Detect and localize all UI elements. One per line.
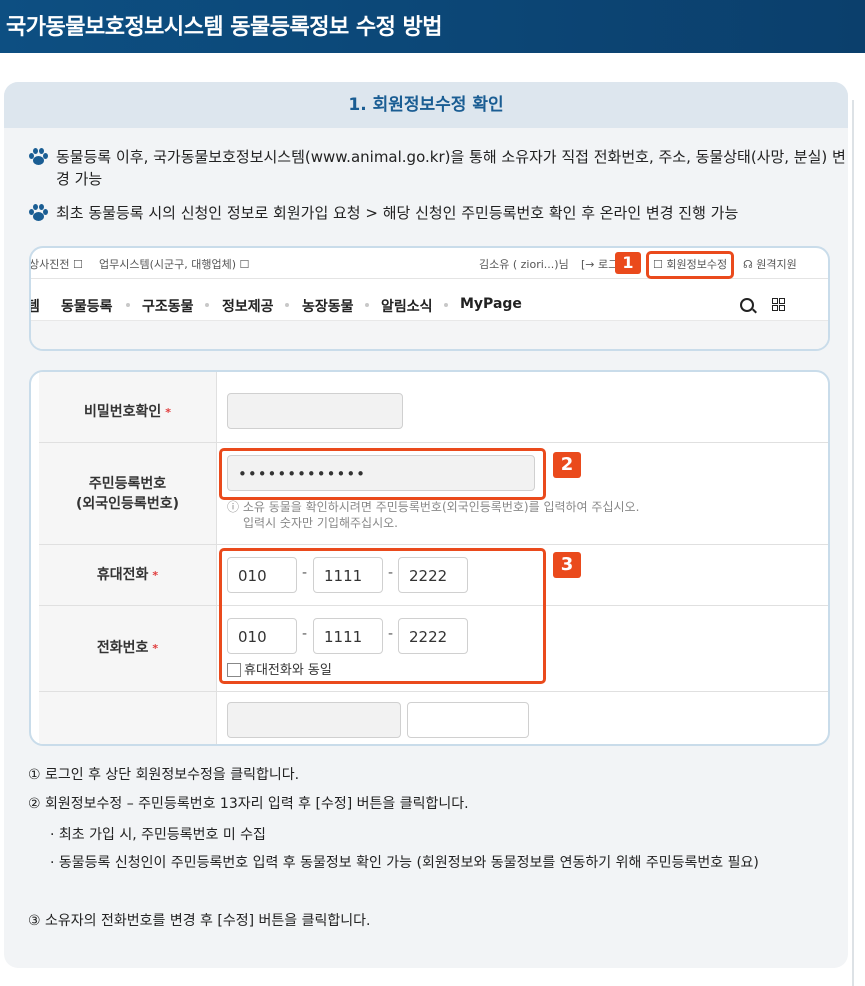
menu-item-info[interactable]: 정보제공 <box>222 296 274 316</box>
divider <box>39 691 828 692</box>
phone-label: 전화번호 * <box>96 640 159 656</box>
step-3: ③ 소유자의 전화번호를 변경 후 [수정] 버튼을 클릭합니다. <box>28 913 371 929</box>
highlight-box <box>646 251 734 279</box>
topnav-link[interactable]: 업무시스템(시군구, 대행업체) ☐ <box>99 256 249 272</box>
divider <box>31 320 828 349</box>
bullet-text: 동물등록 이후, 국가동물보호정보시스템(www.animal.go.kr)을 … <box>56 148 846 188</box>
user-name: 김소유 ( ziori...)님 <box>479 258 569 271</box>
step-tag: 3 <box>553 552 581 578</box>
section-title: 1. 회원정보수정 확인 <box>4 82 848 128</box>
member-form-screenshot: 비밀번호확인 * 주민등록번호 (외국인등록번호) ••••••••••••• ⓘ… <box>29 370 830 746</box>
step-tag: 1 <box>615 252 641 274</box>
menu-item-registration[interactable]: 동물등록 <box>61 296 113 316</box>
mobile-label: 휴대전화 * <box>96 567 159 583</box>
step-2-note: · 동물등록 신청인이 주민등록번호 입력 후 동물정보 확인 가능 (회원정보… <box>50 855 759 871</box>
step-2: ② 회원정보수정 – 주민등록번호 13자리 입력 후 [수정] 버튼을 클릭합… <box>28 796 469 812</box>
password-confirm-input[interactable] <box>227 393 403 429</box>
highlight-box <box>219 548 546 684</box>
highlight-box <box>219 448 546 500</box>
menu-item-rescue[interactable]: 구조동물 <box>142 296 194 316</box>
menu-item[interactable]: 템 <box>31 296 40 316</box>
password-confirm-label: 비밀번호확인 * <box>83 404 172 420</box>
page-title: 국가동물보호정보시스템 동물등록정보 수정 방법 <box>6 15 443 40</box>
divider <box>39 544 828 545</box>
menu-item-notice[interactable]: 알림소식 <box>381 296 433 316</box>
paw-icon <box>28 204 50 222</box>
remote-support-link[interactable]: ☊ 원격지원 <box>743 256 797 272</box>
menu-item-mypage[interactable]: MyPage <box>460 296 522 312</box>
step-2-note: · 최초 가입 시, 주민등록번호 미 수집 <box>50 827 266 843</box>
resident-number-hint: 입력시 숫자만 기입해주십시오. <box>243 516 398 530</box>
bullet-text: 최초 동물등록 시의 신청인 정보로 회원가입 요청 > 해당 신청인 주민등록… <box>56 204 739 222</box>
menu-item-farm[interactable]: 농장동물 <box>302 296 354 316</box>
topnav-link[interactable]: 상사진전 ☐ <box>31 256 83 272</box>
divider <box>39 442 828 443</box>
resident-number-label: 주민등록번호 (외국인등록번호) <box>76 476 179 512</box>
next-field-input[interactable] <box>227 702 401 738</box>
step-1: ① 로그인 후 상단 회원정보수정을 클릭합니다. <box>28 767 300 783</box>
step-tag: 2 <box>553 452 581 478</box>
site-header-screenshot: 상사진전 ☐ 업무시스템(시군구, 대행업체) ☐ 김소유 ( ziori...… <box>29 246 830 351</box>
resident-number-hint: ⓘ 소유 동물을 확인하시려면 주민등록번호(외국인등록번호)를 입력하여 주십… <box>227 500 640 514</box>
search-icon[interactable] <box>740 298 754 312</box>
form-label-column <box>39 372 217 744</box>
grid-menu-icon[interactable] <box>772 298 785 311</box>
header-bar: 국가동물보호정보시스템 동물등록정보 수정 방법 <box>0 0 865 53</box>
next-field-button[interactable] <box>407 702 529 738</box>
paw-icon <box>28 148 50 166</box>
adjacent-panel-edge <box>852 100 865 986</box>
